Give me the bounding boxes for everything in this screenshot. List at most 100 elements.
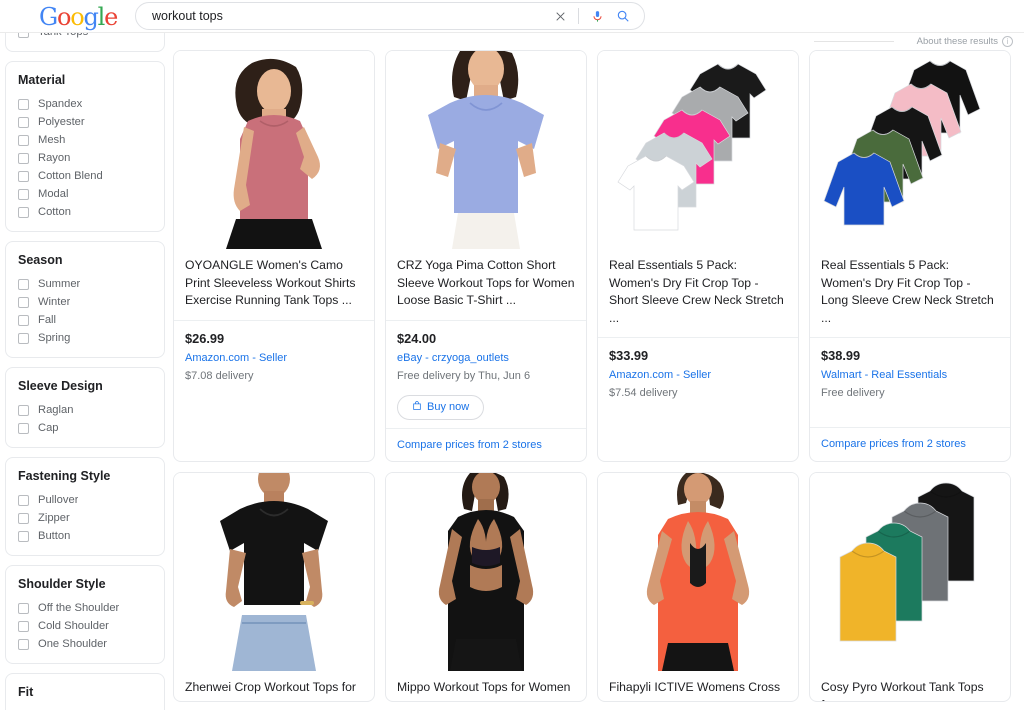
checkbox-icon[interactable] [18, 620, 29, 632]
logo-letter-e: e [104, 3, 118, 31]
filter-option-pullover[interactable]: Pullover [18, 491, 152, 509]
product-thumbnail[interactable] [810, 51, 1010, 249]
product-details: $33.99 Amazon.com - Seller $7.54 delivery [598, 338, 798, 461]
product-thumbnail[interactable] [386, 51, 586, 249]
filter-option-spring[interactable]: Spring [18, 329, 152, 347]
product-card[interactable]: Mippo Workout Tops for Women [385, 472, 587, 702]
search-submit-icon[interactable] [610, 3, 636, 29]
product-title[interactable]: Real Essentials 5 Pack: Women's Dry Fit … [810, 249, 1010, 337]
checkbox-icon[interactable] [18, 152, 29, 164]
filter-option-label: Mesh [38, 133, 66, 146]
product-card[interactable]: Fihapyli ICTIVE Womens Cross [597, 472, 799, 702]
filter-option-modal[interactable]: Modal [18, 185, 152, 203]
filter-option-rayon[interactable]: Rayon [18, 149, 152, 167]
product-title[interactable]: Cosy Pyro Workout Tank Tops for [810, 671, 1010, 701]
product-card[interactable]: Real Essentials 5 Pack: Women's Dry Fit … [809, 50, 1011, 462]
product-thumbnail[interactable] [174, 473, 374, 671]
product-card[interactable]: Cosy Pyro Workout Tank Tops for [809, 472, 1011, 702]
product-price: $26.99 [185, 330, 225, 346]
product-thumbnail[interactable] [598, 51, 798, 249]
checkbox-icon[interactable] [18, 332, 29, 344]
checkbox-icon[interactable] [18, 530, 29, 542]
filter-option-one-shoulder[interactable]: One Shoulder [18, 635, 152, 653]
checkbox-icon[interactable] [18, 206, 29, 218]
filter-option-label: Modal [38, 187, 69, 200]
product-thumbnail[interactable] [598, 473, 798, 671]
compare-prices-link[interactable]: Compare prices from 2 stores [386, 427, 586, 462]
info-icon[interactable]: i [1002, 36, 1013, 47]
filter-option-cotton-blend[interactable]: Cotton Blend [18, 167, 152, 185]
checkbox-icon[interactable] [18, 134, 29, 146]
checkbox-icon[interactable] [18, 404, 29, 416]
filter-group-title: Season [18, 253, 63, 267]
checkbox-icon[interactable] [18, 602, 29, 614]
filter-group-title: Fastening Style [18, 469, 111, 483]
product-card[interactable]: OYOANGLE Women's Camo Print Sleeveless W… [173, 50, 375, 462]
product-card[interactable]: CRZ Yoga Pima Cotton Short Sleeve Workou… [385, 50, 587, 462]
product-merchant-link[interactable]: eBay - crzyoga_outlets [397, 350, 575, 366]
product-title[interactable]: Zhenwei Crop Workout Tops for [174, 671, 374, 701]
filter-option-cap[interactable]: Cap [18, 419, 152, 437]
filter-option-summer[interactable]: Summer [18, 275, 152, 293]
product-details: $38.99 Walmart - Real Essentials Free deli… [810, 338, 1010, 427]
filter-option-label: Cap [38, 421, 59, 434]
filter-group-fit: FitAthleticSlim [5, 673, 165, 710]
checkbox-icon[interactable] [18, 278, 29, 290]
filter-option-spandex[interactable]: Spandex [18, 95, 152, 113]
filter-option-fall[interactable]: Fall [18, 311, 152, 329]
checkbox-icon[interactable] [18, 494, 29, 506]
filter-option-raglan[interactable]: Raglan [18, 401, 152, 419]
voice-search-icon[interactable] [584, 3, 610, 29]
filter-option-zipper[interactable]: Zipper [18, 509, 152, 527]
filter-option-cotton[interactable]: Cotton [18, 203, 152, 221]
product-merchant-link[interactable]: Walmart - Real Essentials [821, 367, 999, 383]
filter-option-label: Button [38, 529, 71, 542]
filter-option-label: Spandex [38, 97, 83, 110]
clear-search-icon[interactable] [547, 3, 573, 29]
checkbox-icon[interactable] [18, 638, 29, 650]
search-input[interactable] [136, 3, 547, 29]
filter-group-title: Shoulder Style [18, 577, 106, 591]
product-card[interactable]: Real Essentials 5 Pack: Women's Dry Fit … [597, 50, 799, 462]
filter-option-cold-shoulder[interactable]: Cold Shoulder [18, 617, 152, 635]
product-title[interactable]: Real Essentials 5 Pack: Women's Dry Fit … [598, 249, 798, 337]
product-thumbnail[interactable] [810, 473, 1010, 671]
filter-option-polyester[interactable]: Polyester [18, 113, 152, 131]
checkbox-icon[interactable] [18, 422, 29, 434]
filter-option-label: Winter [38, 295, 71, 308]
product-image-model-coral-racerback-tank [598, 473, 798, 671]
product-thumbnail[interactable] [386, 473, 586, 671]
checkbox-icon[interactable] [18, 116, 29, 128]
checkbox-icon[interactable] [18, 98, 29, 110]
google-logo[interactable]: Google [39, 3, 118, 31]
about-results-bar: About these results i [0, 33, 1024, 50]
filter-group-title: Material [18, 73, 66, 87]
product-image-model-rose-tank [174, 51, 374, 249]
search-box[interactable] [135, 2, 645, 30]
about-these-results-label[interactable]: About these results [917, 34, 998, 49]
checkbox-icon[interactable] [18, 296, 29, 308]
logo-letter-o1: o [56, 3, 71, 31]
filter-option-winter[interactable]: Winter [18, 293, 152, 311]
checkbox-icon[interactable] [18, 512, 29, 524]
filters-sidebar[interactable]: Tank TopsMaterialSpandexPolyesterMeshRay… [5, 22, 165, 710]
checkbox-icon[interactable] [18, 314, 29, 326]
filter-group-sleeve-design: Sleeve Design Raglan Cap [5, 367, 165, 448]
buy-now-button[interactable]: Buy now [397, 394, 485, 420]
product-title[interactable]: CRZ Yoga Pima Cotton Short Sleeve Workou… [386, 249, 586, 320]
shopping-results: OYOANGLE Women's Camo Print Sleeveless W… [173, 50, 1024, 710]
product-merchant-link[interactable]: Amazon.com - Seller [185, 350, 363, 366]
checkbox-icon[interactable] [18, 188, 29, 200]
product-card[interactable]: Zhenwei Crop Workout Tops for [173, 472, 375, 702]
filter-option-off-the-shoulder[interactable]: Off the Shoulder [18, 599, 152, 617]
product-price: $38.99 [821, 348, 861, 363]
compare-prices-link[interactable]: Compare prices from 2 stores [810, 427, 1010, 461]
filter-option-button[interactable]: Button [18, 527, 152, 545]
product-merchant-link[interactable]: Amazon.com - Seller [609, 367, 787, 383]
product-title[interactable]: Mippo Workout Tops for Women [386, 671, 586, 701]
filter-option-mesh[interactable]: Mesh [18, 131, 152, 149]
product-thumbnail[interactable] [174, 51, 374, 249]
product-title[interactable]: Fihapyli ICTIVE Womens Cross [598, 671, 798, 701]
checkbox-icon[interactable] [18, 170, 29, 182]
product-title[interactable]: OYOANGLE Women's Camo Print Sleeveless W… [174, 249, 374, 320]
